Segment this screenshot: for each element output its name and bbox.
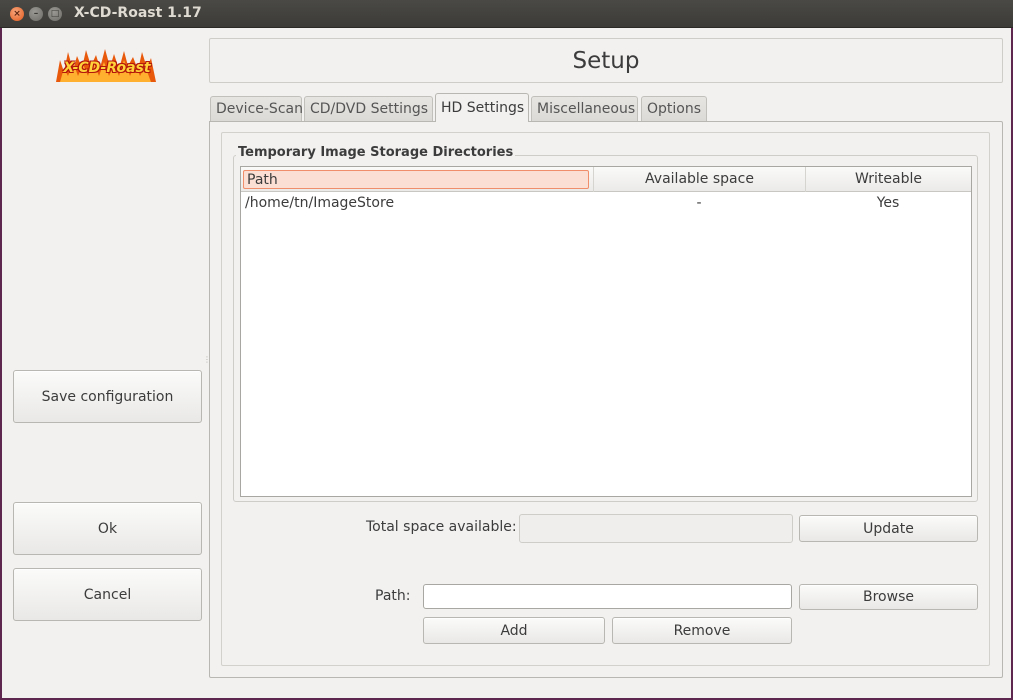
close-window-icon[interactable]: × [10, 7, 24, 21]
remove-button[interactable]: Remove [612, 617, 792, 644]
browse-button[interactable]: Browse [799, 584, 978, 610]
tab-miscellaneous[interactable]: Miscellaneous [531, 96, 638, 121]
page-title: Setup [209, 38, 1003, 83]
minimize-window-icon[interactable]: – [29, 7, 43, 21]
list-header: Path Available space Writeable [241, 167, 971, 192]
ok-button[interactable]: Ok [13, 502, 202, 555]
cell-writeable: Yes [876, 195, 900, 211]
title-bar: × – □ X-CD-Roast 1.17 [0, 0, 1013, 28]
logo-text: X-CD-Roast [63, 60, 151, 76]
maximize-window-icon[interactable]: □ [48, 7, 62, 21]
add-button[interactable]: Add [423, 617, 605, 644]
save-configuration-button[interactable]: Save configuration [13, 370, 202, 423]
cancel-button[interactable]: Cancel [13, 568, 202, 621]
total-space-label: Total space available: [366, 519, 517, 535]
path-label: Path: [375, 588, 411, 604]
tab-hd-settings[interactable]: HD Settings [435, 93, 529, 122]
total-space-field [519, 514, 793, 543]
cell-path: /home/tn/ImageStore [245, 195, 395, 211]
window-border-left [0, 28, 2, 700]
cell-available-space: - [696, 195, 702, 211]
app-logo: X-CD-Roast [52, 46, 162, 86]
window-title: X-CD-Roast 1.17 [74, 5, 202, 21]
tab-device-scan[interactable]: Device-Scan [210, 96, 303, 121]
pane-resize-handle[interactable]: ⋮ [203, 356, 211, 370]
tab-cd-dvd-settings[interactable]: CD/DVD Settings [304, 96, 433, 121]
tab-options[interactable]: Options [641, 96, 707, 121]
path-input[interactable] [423, 584, 792, 609]
storage-directories-list[interactable]: Path Available space Writeable /home/tn/… [240, 166, 972, 497]
column-header-path[interactable]: Path [243, 170, 589, 189]
update-button[interactable]: Update [799, 515, 978, 542]
column-header-writeable[interactable]: Writeable [805, 167, 971, 192]
table-row[interactable]: /home/tn/ImageStore - Yes [241, 193, 971, 215]
column-header-available-space[interactable]: Available space [593, 167, 805, 192]
storage-directories-label: Temporary Image Storage Directories [236, 145, 516, 160]
